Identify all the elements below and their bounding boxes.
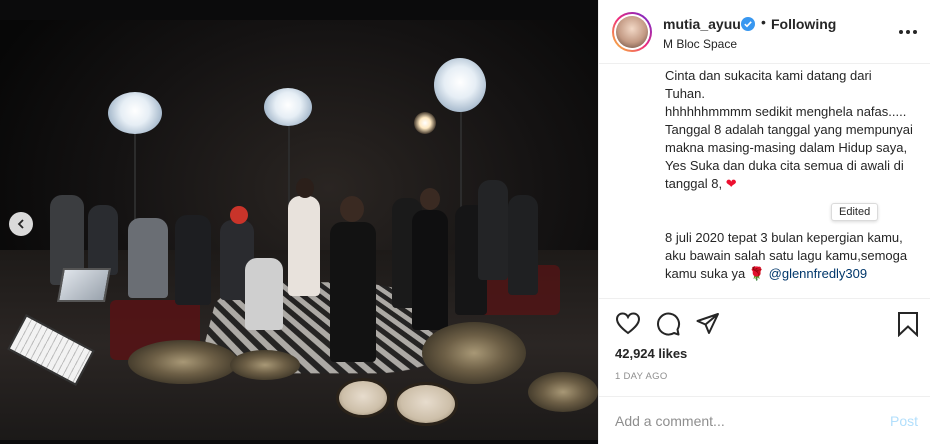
person-head [296,178,314,198]
softbox-light [108,92,162,134]
drum [336,378,390,418]
more-options-button[interactable] [898,24,918,40]
more-dot-icon [906,30,910,34]
caption-line: Cinta dan sukacita kami datang dari Tuha… [665,68,872,101]
post-timestamp[interactable]: 1 DAY AGO [615,371,668,382]
cymbal [230,350,300,380]
mention-link[interactable]: @glennfredly309 [769,266,867,281]
more-dot-icon [899,30,903,34]
avatar-frame [614,14,650,50]
person-silhouette [245,258,283,330]
drum [394,382,458,426]
paper-plane-icon[interactable] [695,311,721,337]
person-silhouette [88,205,118,275]
person-head [230,206,248,224]
caption-paragraph: 8 juli 2020 tepat 3 bulan kepergian kamu… [665,229,915,283]
heart-emoji: ❤ [725,176,737,191]
comment-input[interactable] [615,409,865,433]
following-button[interactable]: Following [771,16,836,32]
comment-bubble-icon[interactable] [655,311,681,337]
softbox-light [434,58,486,112]
chevron-left-icon [17,219,24,229]
post-comment-button[interactable]: Post [890,413,918,429]
separator-dot: • [761,14,766,30]
rose-emoji: 🌹 [748,266,766,281]
softbox-light [264,88,312,126]
previous-photo-button[interactable] [9,212,33,236]
cymbal [128,340,238,384]
caption-area: Cinta dan sukacita kami datang dari Tuha… [599,64,930,298]
verified-badge-icon [741,17,755,31]
post-details-panel: mutia_ayuu • Following M Bloc Space Cint… [598,0,930,444]
person-head [340,196,364,222]
person-silhouette [478,180,508,280]
avatar[interactable] [612,12,652,52]
person-head [420,188,440,210]
more-dot-icon [913,30,917,34]
cymbal [422,322,526,384]
bookmark-icon[interactable] [895,311,921,337]
caption-paragraph: hhhhhhmmmm sedikit menghela nafas..... T… [665,103,915,193]
spot-light [414,112,436,134]
post-photo[interactable] [0,0,598,444]
person-silhouette [330,222,376,362]
comment-bar: Post [599,396,930,444]
person-silhouette [175,215,211,305]
caption-line: hhhhhhmmmm sedikit menghela nafas..... T… [665,104,913,191]
avatar-image [616,16,648,48]
person-silhouette [412,210,448,330]
person-silhouette [508,195,538,295]
laptop [57,268,111,302]
person-silhouette [128,218,168,298]
username-link[interactable]: mutia_ayuu [663,16,741,32]
post-header: mutia_ayuu • Following M Bloc Space [599,0,930,64]
person-silhouette [288,196,320,296]
likes-count[interactable]: 42,924 likes [615,346,687,361]
edited-tooltip: Edited [831,203,879,221]
heart-outline-icon[interactable] [615,311,641,337]
cymbal [528,372,598,412]
location-link[interactable]: M Bloc Space [663,37,737,51]
